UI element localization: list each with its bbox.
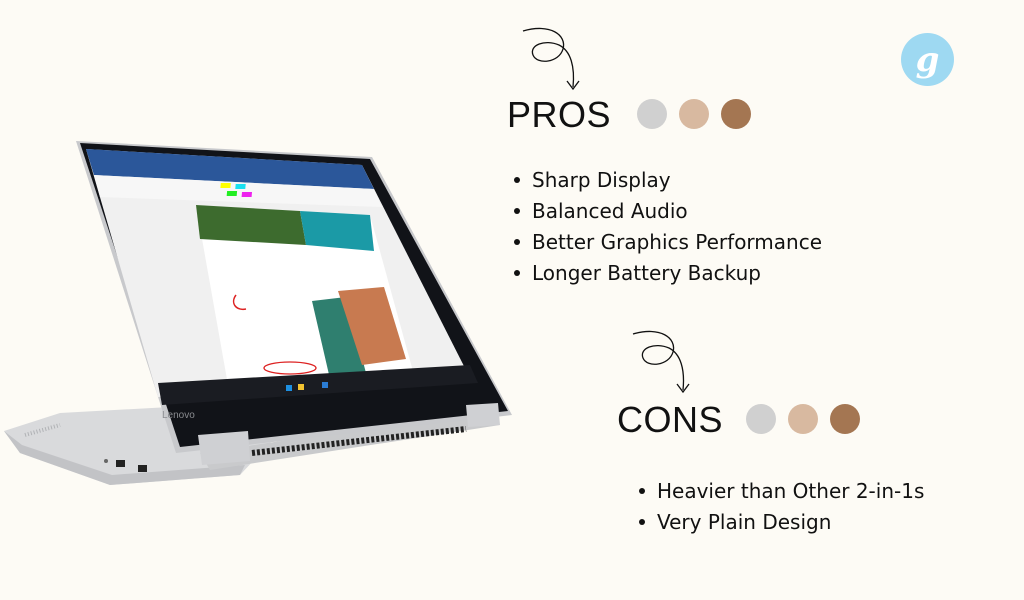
cons-heading: CONS: [617, 399, 724, 440]
curly-arrow-icon: [522, 27, 580, 91]
cons-swatch-gray: [746, 404, 776, 434]
bullet-icon: [639, 518, 645, 525]
pros-heading: PROS: [507, 94, 612, 135]
cons-swatch-brown: [830, 404, 860, 434]
pros-list: Sharp Display Balanced Audio Better Grap…: [514, 165, 822, 289]
laptop-image: Lenovo: [4, 141, 512, 485]
curly-arrow-icon: [632, 330, 690, 394]
pros-list-item: Better Graphics Performance: [514, 227, 822, 258]
pros-list-item: Balanced Audio: [514, 196, 822, 227]
bullet-icon: [639, 487, 645, 494]
pros-swatch-brown: [721, 99, 751, 129]
brand-label: Lenovo: [162, 410, 195, 421]
cons-swatch-beige: [788, 404, 818, 434]
cons-list-item: Heavier than Other 2-in-1s: [639, 476, 924, 507]
cons-list-item: Very Plain Design: [639, 507, 924, 538]
brand-logo: g: [901, 33, 954, 86]
pros-swatch-gray: [637, 99, 667, 129]
usb-port: [116, 460, 125, 467]
hinge: [466, 403, 500, 427]
pros-list-item: Sharp Display: [514, 165, 822, 196]
pros-list-item: Longer Battery Backup: [514, 258, 822, 289]
usb-port: [138, 465, 147, 472]
pros-swatch-beige: [679, 99, 709, 129]
hinge: [198, 431, 250, 465]
brand-logo-letter: g: [915, 39, 940, 80]
cons-list: Heavier than Other 2-in-1s Very Plain De…: [639, 476, 924, 538]
